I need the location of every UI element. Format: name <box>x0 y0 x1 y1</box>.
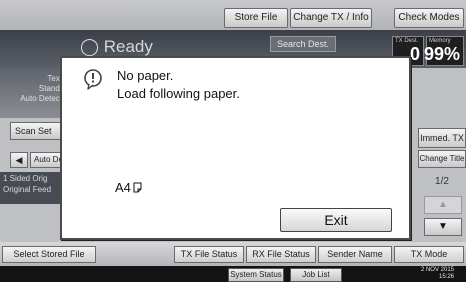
info-icon <box>84 69 102 90</box>
sided-original-label: 1 Sided Orig <box>3 174 48 183</box>
ready-icon: ◯ <box>80 37 104 56</box>
memory-indicator: Memory 99% <box>424 36 464 66</box>
exit-button[interactable]: Exit <box>280 208 392 232</box>
dialog-message-line2: Load following paper. <box>117 86 240 101</box>
store-file-button[interactable]: Store File <box>224 8 288 28</box>
scroll-up-button[interactable]: ▲ <box>424 196 462 214</box>
no-paper-dialog: No paper. Load following paper. A4 Exit <box>60 56 411 240</box>
paper-orientation-icon <box>133 182 142 193</box>
select-stored-file-button[interactable]: Select Stored File <box>2 246 96 263</box>
tx-file-status-button[interactable]: TX File Status <box>174 246 244 263</box>
page-indicator: 1/2 <box>435 176 449 187</box>
left-arrow-button[interactable]: ◀ <box>10 152 28 168</box>
tx-mode-button[interactable]: TX Mode <box>394 246 464 263</box>
status-text: ◯ Ready <box>80 37 153 56</box>
sender-name-button[interactable]: Sender Name <box>318 246 392 263</box>
scan-settings-summary: Text Stand. Auto Detect <box>0 68 66 118</box>
search-dest-button[interactable]: Search Dest. <box>270 36 336 52</box>
scan-settings-button[interactable]: Scan Set <box>10 122 66 140</box>
date-time: 2 NOV 2015 15:26 <box>420 267 454 280</box>
rx-file-status-button[interactable]: RX File Status <box>246 246 316 263</box>
change-tx-info-button[interactable]: Change TX / Info <box>290 8 372 28</box>
job-list-button[interactable]: Job List <box>290 268 342 282</box>
check-modes-button[interactable]: Check Modes <box>394 8 464 28</box>
fax-screen: Store File Change TX / Info Check Modes … <box>0 0 466 282</box>
original-settings-panel[interactable]: 1 Sided Orig Original Feed <box>0 172 66 204</box>
dialog-message-line1: No paper. <box>117 68 174 83</box>
system-status-button[interactable]: System Status <box>228 268 284 282</box>
paper-size-text: A4 <box>115 180 131 195</box>
change-title-button[interactable]: Change Title <box>418 150 466 168</box>
paper-size-indicator: A4 <box>115 180 142 195</box>
scroll-down-button[interactable]: ▼ <box>424 218 462 236</box>
original-feed-label: Original Feed <box>3 185 52 194</box>
immed-tx-button[interactable]: Immed. TX <box>418 128 466 148</box>
